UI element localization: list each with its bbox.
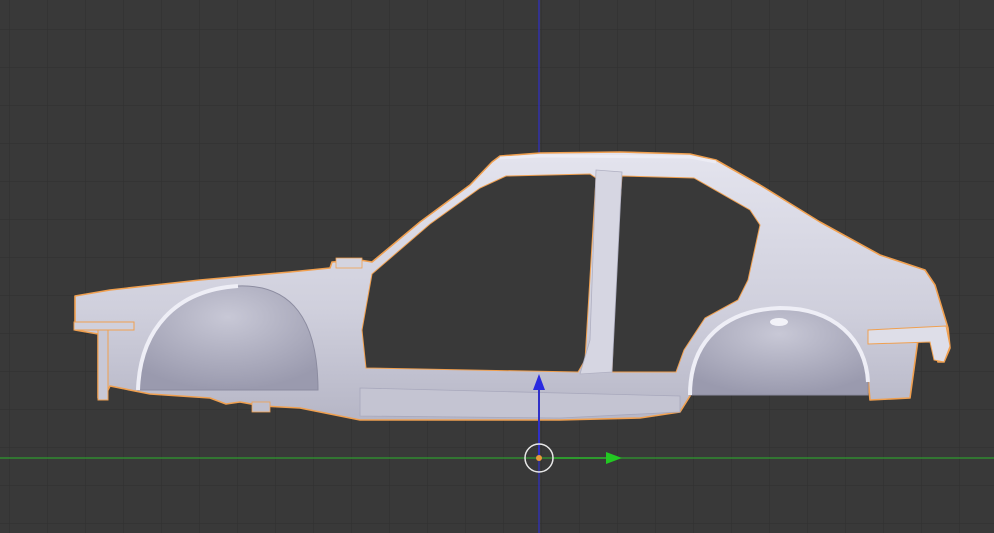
viewport-canvas[interactable] bbox=[0, 0, 994, 533]
front-strut bbox=[97, 329, 109, 401]
strut-tower bbox=[335, 257, 363, 269]
bottom-bracket bbox=[251, 401, 271, 413]
origin-icon[interactable] bbox=[536, 455, 542, 461]
front-crossmember bbox=[73, 321, 135, 331]
3d-viewport[interactable] bbox=[0, 0, 994, 533]
rear-arch-hole bbox=[770, 318, 788, 326]
